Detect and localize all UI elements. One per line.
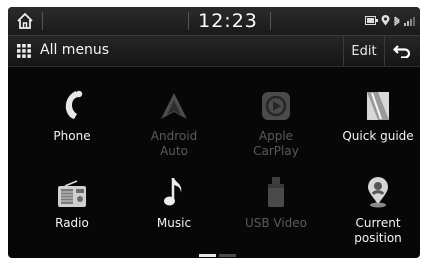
menu-tile-current-position[interactable]: Current position — [326, 174, 420, 254]
tile-label: Radio — [55, 216, 89, 230]
quick-guide-icon — [367, 92, 389, 120]
edit-button[interactable]: Edit — [343, 36, 385, 66]
page-indicator — [219, 254, 236, 257]
carplay-icon — [262, 92, 290, 120]
tile-label: Phone — [53, 129, 91, 143]
back-arrow-icon — [393, 45, 411, 58]
menu-tile-android-auto[interactable]: Android Auto — [122, 87, 226, 167]
music-note-icon — [164, 178, 182, 206]
usb-video-icon — [268, 177, 284, 207]
tile-label: Apple CarPlay — [253, 129, 299, 158]
bluetooth-audio-icon — [394, 16, 400, 26]
grid-icon[interactable] — [17, 44, 31, 58]
status-divider — [188, 12, 189, 30]
tile-label: USB Video — [244, 216, 308, 230]
tile-label: Quick guide — [342, 129, 414, 143]
status-bar: 12:23 — [8, 7, 420, 36]
tile-label: Music — [156, 216, 192, 230]
status-divider — [42, 12, 43, 30]
menu-tile-phone[interactable]: Phone — [20, 87, 124, 167]
menu-tile-music[interactable]: Music — [122, 174, 226, 254]
back-button[interactable] — [384, 36, 420, 66]
location-pin-icon — [368, 177, 388, 208]
menu-tile-radio[interactable]: Radio — [20, 174, 124, 254]
menu-tile-quick-guide[interactable]: Quick guide — [326, 87, 420, 167]
menu-tile-apple-carplay[interactable]: Apple CarPlay — [224, 87, 328, 167]
tile-label: Current position — [354, 216, 402, 245]
page-title: All menus — [40, 42, 110, 58]
status-divider — [270, 12, 271, 30]
location-icon — [381, 15, 390, 26]
android-auto-icon — [161, 93, 187, 119]
page-indicator-active — [199, 254, 216, 257]
screen: 12:23 All menus Edit Phone Android Auto … — [8, 7, 420, 258]
tile-label: Android Auto — [150, 129, 198, 158]
phone-icon — [65, 90, 83, 119]
clock: 12:23 — [198, 10, 258, 32]
signal-icon — [404, 16, 415, 26]
menu-tile-usb-video[interactable]: USB Video — [224, 174, 328, 254]
home-icon — [17, 12, 33, 29]
title-bar: All menus Edit — [8, 36, 420, 67]
home-button[interactable] — [12, 9, 38, 33]
battery-icon — [365, 16, 378, 25]
radio-icon — [58, 180, 86, 207]
status-icons — [365, 15, 416, 26]
